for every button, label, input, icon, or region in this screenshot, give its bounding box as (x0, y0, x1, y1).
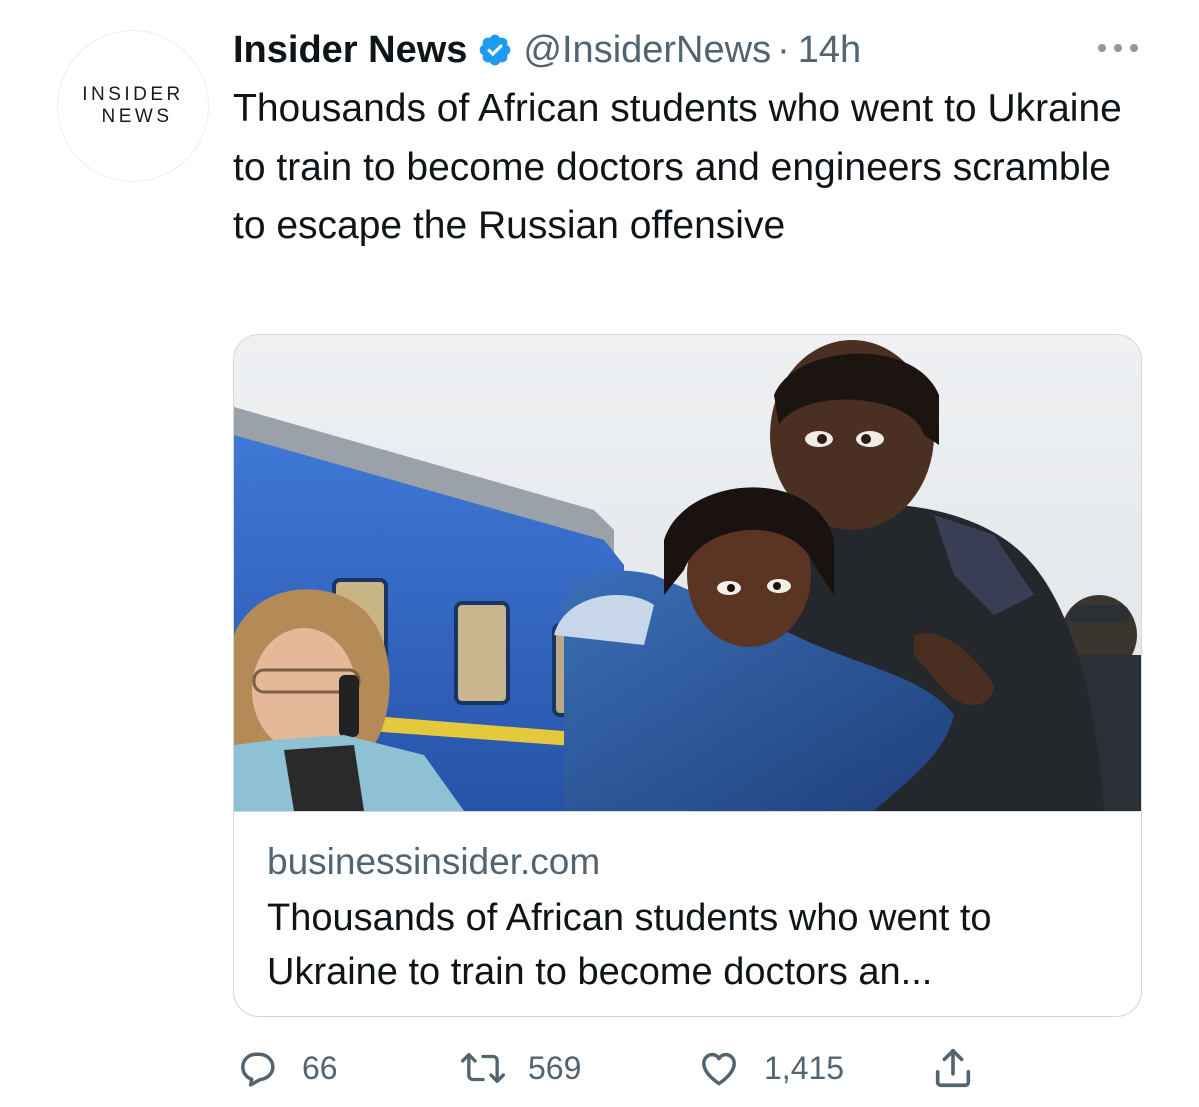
tweet-text: Thousands of African students who went t… (233, 87, 1122, 247)
card-body: businessinsider.com Thousands of African… (267, 835, 1127, 999)
like-button[interactable]: 1,415 (696, 1040, 844, 1096)
card-image (234, 335, 1141, 812)
like-count: 1,415 (764, 1049, 845, 1086)
share-icon (930, 1045, 976, 1091)
heart-icon (696, 1046, 742, 1090)
header-separator: · (777, 28, 790, 71)
retweet-icon (460, 1046, 506, 1090)
tweet-timestamp[interactable]: 14h (798, 29, 861, 72)
reply-icon (236, 1046, 280, 1090)
tweet-header: Insider News @InsiderNews · 14h (233, 22, 861, 78)
link-preview-card[interactable]: businessinsider.com Thousands of African… (233, 334, 1142, 1017)
retweet-button[interactable]: 569 (460, 1040, 581, 1096)
avatar-logo-line-1: INSIDER (82, 84, 184, 105)
author-display-name[interactable]: Insider News (233, 29, 467, 72)
tweet-actions: 66 569 1,415 (0, 1040, 1199, 1096)
reply-count: 66 (302, 1049, 338, 1086)
share-button[interactable] (930, 1040, 976, 1096)
card-domain: businessinsider.com (267, 841, 601, 882)
tweet[interactable]: INSIDER NEWS Insider News @InsiderNews ·… (0, 0, 1199, 1107)
more-options-icon[interactable] (1095, 40, 1141, 56)
avatar-logo-line-2: NEWS (101, 106, 173, 127)
avatar[interactable]: INSIDER NEWS (57, 30, 209, 182)
retweet-count: 569 (528, 1049, 582, 1086)
author-handle[interactable]: @InsiderNews (523, 29, 771, 72)
verified-badge-icon (477, 32, 513, 68)
card-title: Thousands of African students who went t… (267, 897, 992, 993)
reply-button[interactable]: 66 (236, 1040, 338, 1096)
